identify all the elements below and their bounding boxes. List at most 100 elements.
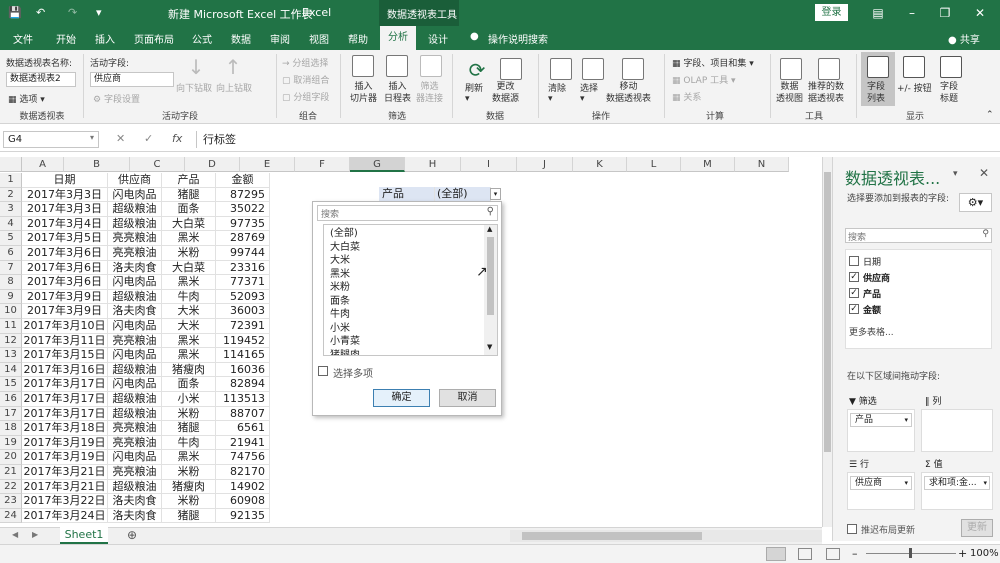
table-cell[interactable]: 2017年3月15日 xyxy=(22,348,108,363)
column-header[interactable]: G xyxy=(350,157,405,172)
row-header[interactable]: 4 xyxy=(0,216,22,232)
pane-gear-icon[interactable]: ⚙▾ xyxy=(959,193,992,212)
dropdown-scrollbar[interactable]: ▲ ▼ xyxy=(484,225,497,355)
prev-sheet-icon[interactable]: ◀ xyxy=(12,530,18,539)
tab-home[interactable]: 开始 xyxy=(56,31,76,46)
table-cell[interactable]: 2017年3月16日 xyxy=(22,362,108,378)
sheet-tab-sheet1[interactable]: Sheet1 xyxy=(60,527,108,544)
dropdown-list-item[interactable]: 小米 xyxy=(330,322,350,335)
table-cell[interactable]: 6561 xyxy=(216,421,270,436)
table-cell[interactable]: 牛肉 xyxy=(162,289,216,305)
table-cell[interactable]: 119452 xyxy=(216,333,270,349)
more-tables-link[interactable]: 更多表格... xyxy=(849,325,894,338)
insert-timeline-button[interactable]: 插入 日程表 xyxy=(384,81,411,105)
slicer-icon[interactable] xyxy=(352,55,374,77)
table-cell[interactable]: 2017年3月6日 xyxy=(22,275,108,290)
zoom-level[interactable]: 100% xyxy=(970,548,999,559)
row-header[interactable]: 7 xyxy=(0,260,22,276)
dropdown-list-item[interactable]: 大白菜 xyxy=(330,241,360,254)
table-cell[interactable]: 面条 xyxy=(162,202,216,217)
filter-conn-icon[interactable] xyxy=(420,55,442,77)
row-header[interactable]: 11 xyxy=(0,319,22,334)
table-cell[interactable]: 2017年3月6日 xyxy=(22,246,108,261)
select-all-corner[interactable] xyxy=(0,157,22,172)
dropdown-list-item[interactable]: (全部) xyxy=(330,227,358,240)
table-cell[interactable]: 面条 xyxy=(162,377,216,392)
table-cell[interactable]: 闪电肉品 xyxy=(108,275,162,290)
table-cell[interactable]: 88707 xyxy=(216,406,270,422)
row-header[interactable]: 14 xyxy=(0,362,22,378)
cancel-entry-icon[interactable]: ✕ xyxy=(116,132,125,145)
table-cell[interactable]: 2017年3月4日 xyxy=(22,216,108,232)
zoom-in-icon[interactable]: + xyxy=(958,547,967,560)
multi-select-checkbox[interactable] xyxy=(318,366,328,376)
table-cell[interactable]: 2017年3月19日 xyxy=(22,435,108,451)
scroll-up-icon[interactable]: ▲ xyxy=(487,225,492,233)
table-cell[interactable]: 超级粮油 xyxy=(108,202,162,217)
pane-search-box[interactable]: 搜索 ⚲ xyxy=(845,228,992,243)
field-headers-icon[interactable] xyxy=(940,56,962,78)
table-cell[interactable]: 洛夫肉食 xyxy=(108,304,162,319)
dropdown-list-item[interactable]: 猪腿肉 xyxy=(330,349,360,356)
ungroup-button[interactable]: ▢ 取消组合 xyxy=(282,73,329,86)
select-icon[interactable] xyxy=(582,58,604,80)
redo-icon[interactable]: ↷ xyxy=(68,6,77,19)
table-cell[interactable]: 2017年3月21日 xyxy=(22,465,108,480)
pivot-name-input[interactable]: 数据透视表2 xyxy=(6,72,76,87)
table-cell[interactable]: 2017年3月24日 xyxy=(22,508,108,524)
pivot-chart-icon[interactable] xyxy=(780,58,802,80)
table-cell[interactable]: 黑米 xyxy=(162,333,216,349)
row-header[interactable]: 23 xyxy=(0,494,22,509)
column-header[interactable]: M xyxy=(681,157,735,172)
confirm-entry-icon[interactable]: ✓ xyxy=(144,132,153,145)
pivot-options-button[interactable]: ▦ 选项 ▾ xyxy=(8,92,45,105)
table-cell[interactable]: 大米 xyxy=(162,304,216,319)
tab-design[interactable]: 设计 xyxy=(428,31,448,46)
table-cell[interactable]: 2017年3月9日 xyxy=(22,304,108,319)
column-header[interactable]: D xyxy=(185,157,240,172)
row-header[interactable]: 10 xyxy=(0,304,22,319)
filter-area-item[interactable]: 产品 ▾ xyxy=(850,413,912,427)
table-cell[interactable]: 2017年3月17日 xyxy=(22,406,108,422)
row-header[interactable]: 22 xyxy=(0,479,22,495)
page-layout-view-icon[interactable] xyxy=(798,548,812,560)
active-field-input[interactable]: 供应商 xyxy=(90,72,174,87)
change-source-button[interactable]: 更改 数据源 xyxy=(492,81,519,105)
dropdown-list-item[interactable]: 米粉 xyxy=(330,281,350,294)
table-cell[interactable]: 猪腿 xyxy=(162,421,216,436)
horizontal-scrollbar[interactable] xyxy=(510,530,822,542)
table-cell[interactable]: 牛肉 xyxy=(162,435,216,451)
column-header[interactable]: F xyxy=(295,157,350,172)
rows-area[interactable]: 供应商 ▾ xyxy=(847,472,915,510)
insert-slicer-button[interactable]: 插入 切片器 xyxy=(350,81,377,105)
field-checkbox[interactable]: ✓ xyxy=(849,288,859,298)
tab-file[interactable]: 文件 xyxy=(13,31,33,46)
row-header[interactable]: 17 xyxy=(0,406,22,422)
refresh-button[interactable]: 刷新 ▾ xyxy=(465,81,483,104)
table-cell[interactable]: 超级粮油 xyxy=(108,392,162,407)
field-list-icon[interactable] xyxy=(867,56,889,78)
dropdown-scroll-thumb[interactable] xyxy=(487,237,494,315)
add-sheet-icon[interactable]: ⊕ xyxy=(127,528,137,542)
table-cell[interactable]: 2017年3月17日 xyxy=(22,392,108,407)
column-header[interactable]: I xyxy=(461,157,517,172)
dropdown-list-item[interactable]: 大米 xyxy=(330,254,350,267)
relationships-button[interactable]: ▦ 关系 xyxy=(672,90,701,103)
pane-field-item[interactable]: 日期 xyxy=(849,255,989,269)
table-cell[interactable]: 超级粮油 xyxy=(108,479,162,495)
table-cell[interactable]: 米粉 xyxy=(162,246,216,261)
table-cell[interactable]: 米粉 xyxy=(162,494,216,509)
tab-formulas[interactable]: 公式 xyxy=(192,31,212,46)
pane-field-item[interactable]: ✓ 金额 xyxy=(849,303,989,317)
table-cell[interactable]: 日期 xyxy=(22,173,108,188)
table-cell[interactable]: 超级粮油 xyxy=(108,406,162,422)
table-cell[interactable]: 洛夫肉食 xyxy=(108,508,162,524)
plus-minus-button[interactable]: +/- 按钮 xyxy=(897,81,932,94)
drill-up-icon[interactable]: ↑ xyxy=(222,55,244,79)
dropdown-list-item[interactable]: 牛肉 xyxy=(330,308,350,321)
row-header[interactable]: 21 xyxy=(0,465,22,480)
table-cell[interactable]: 35022 xyxy=(216,202,270,217)
table-cell[interactable]: 2017年3月11日 xyxy=(22,333,108,349)
login-button[interactable]: 登录 xyxy=(815,4,848,21)
table-cell[interactable]: 猪腿 xyxy=(162,187,216,203)
